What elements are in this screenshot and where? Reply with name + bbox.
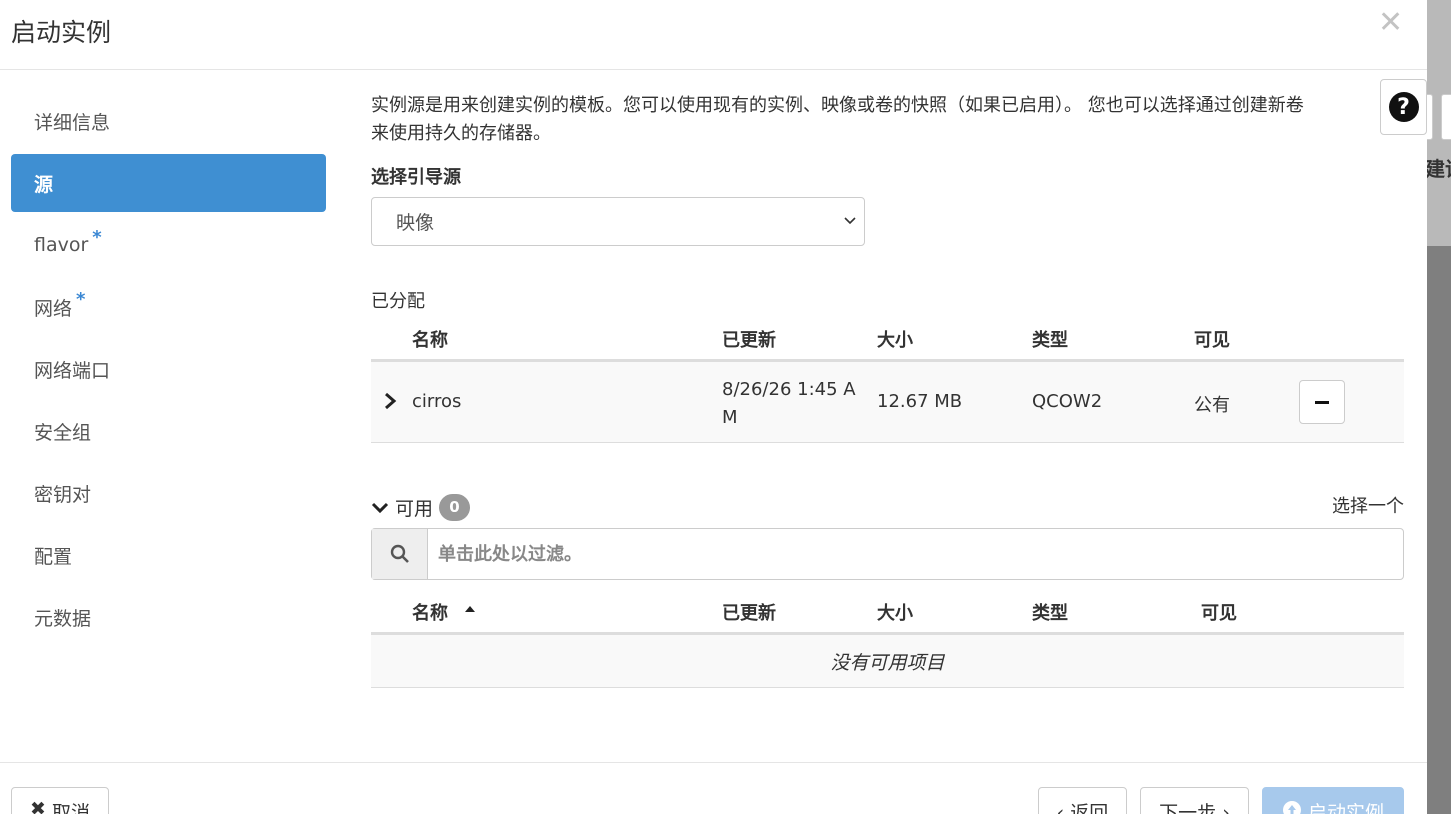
sidebar-item-network[interactable]: 网络 *: [11, 278, 326, 336]
minus-icon: [1315, 400, 1329, 404]
cell-updated-line: 8/26/26 1:45 A: [722, 379, 856, 400]
sidebar-item-details[interactable]: 详细信息: [11, 92, 326, 150]
column-header-type: 类型: [1032, 330, 1068, 351]
filter-box: [371, 528, 1404, 580]
required-marker: *: [76, 288, 86, 310]
column-header-size[interactable]: 大小: [877, 599, 913, 625]
background-button-stub: [1441, 94, 1451, 140]
table-header: 名称 已更新 大小 类型 可见: [371, 316, 1404, 362]
boot-source-select[interactable]: 映像: [371, 197, 865, 246]
search-addon: [372, 529, 428, 579]
available-label: 可用: [395, 498, 434, 520]
cancel-button[interactable]: ✖ 取消: [11, 787, 109, 814]
available-header: 可用 0 选择一个: [371, 492, 1404, 522]
background-overlay: 建议: [1427, 0, 1451, 814]
modal-header: 启动实例 ✕: [0, 0, 1427, 70]
cell-visibility: 公有: [1194, 395, 1230, 416]
column-header-updated[interactable]: 已更新: [722, 599, 776, 625]
cell-type: QCOW2: [1032, 391, 1103, 412]
select-one-hint: 选择一个: [1332, 496, 1404, 517]
table-row: cirros 8/26/26 1:45 A M 12.67 MB QCOW2 公…: [371, 362, 1404, 443]
modal-title: 启动实例: [11, 18, 112, 47]
sidebar-item-label: 配置: [34, 545, 73, 568]
column-header-updated: 已更新: [722, 330, 776, 351]
background-button-stub: [1427, 94, 1433, 140]
allocated-label: 已分配: [371, 291, 425, 312]
boot-source-label: 选择引导源: [371, 167, 461, 188]
available-toggle[interactable]: 可用 0: [371, 494, 471, 521]
sidebar-item-network-ports[interactable]: 网络端口: [11, 340, 326, 398]
chevron-down-icon: [371, 502, 389, 513]
launch-instance-modal: 启动实例 ✕ 详细信息 源 flavor * 网络 * 网络端口 安全组 密钥对…: [0, 0, 1427, 814]
sidebar-item-label: flavor: [34, 234, 89, 256]
column-header-type[interactable]: 类型: [1032, 599, 1068, 625]
next-button[interactable]: 下一步 ›: [1140, 787, 1249, 814]
sidebar-item-key-pair[interactable]: 密钥对: [11, 464, 326, 522]
sort-asc-icon: [465, 606, 476, 612]
sidebar-item-label: 源: [34, 173, 54, 196]
deallocate-button[interactable]: [1299, 380, 1345, 424]
column-header-name: 名称: [412, 330, 448, 351]
column-header-size: 大小: [877, 330, 913, 351]
column-header-visibility: 可见: [1194, 330, 1230, 351]
chevron-down-icon: [844, 217, 856, 225]
wizard-sidebar: 详细信息 源 flavor * 网络 * 网络端口 安全组 密钥对 配置 元数据: [11, 92, 326, 650]
sidebar-item-configuration[interactable]: 配置: [11, 526, 326, 584]
sidebar-item-label: 元数据: [34, 607, 92, 630]
required-marker: *: [92, 226, 102, 248]
cancel-label: 取消: [51, 802, 90, 814]
cloud-upload-icon: [1282, 801, 1301, 814]
description-line: 实例源是用来创建实例的模板。您可以使用现有的实例、映像或卷的快照（如果已启用）。…: [371, 95, 1304, 116]
launch-instance-button[interactable]: 启动实例: [1262, 787, 1404, 814]
sidebar-item-security-groups[interactable]: 安全组: [11, 402, 326, 460]
sidebar-item-source[interactable]: 源: [11, 154, 326, 212]
filter-input[interactable]: [428, 529, 1403, 579]
allocated-table: 名称 已更新 大小 类型 可见 cirros 8/26/26 1:45 A M …: [371, 316, 1404, 443]
chevron-right-icon[interactable]: [383, 392, 397, 410]
close-icon[interactable]: ✕: [1378, 8, 1403, 38]
sidebar-item-label: 网络: [34, 297, 73, 320]
available-table: 名称 已更新 大小 类型 可见 没有可用项目: [371, 589, 1404, 688]
cell-name: cirros: [412, 391, 462, 412]
back-button[interactable]: ‹ 返回: [1038, 787, 1127, 814]
sidebar-item-metadata[interactable]: 元数据: [11, 588, 326, 646]
search-icon: [390, 544, 409, 563]
column-header-label: 名称: [412, 603, 448, 624]
step-description: 实例源是用来创建实例的模板。您可以使用现有的实例、映像或卷的快照（如果已启用）。…: [371, 92, 1427, 148]
column-header-name[interactable]: 名称: [412, 599, 476, 625]
sidebar-item-label: 网络端口: [34, 359, 111, 382]
sidebar-item-flavor[interactable]: flavor *: [11, 216, 326, 274]
source-step-content: 实例源是用来创建实例的模板。您可以使用现有的实例、映像或卷的快照（如果已启用）。…: [371, 92, 1404, 688]
cell-updated: 8/26/26 1:45 A M: [722, 376, 856, 432]
modal-footer: ✖ 取消 ‹ 返回 下一步 › 启动实例: [0, 762, 1427, 814]
sidebar-item-label: 安全组: [34, 421, 92, 444]
cell-size: 12.67 MB: [877, 391, 963, 412]
sidebar-item-label: 详细信息: [34, 111, 111, 134]
column-header-visibility[interactable]: 可见: [1201, 599, 1237, 625]
empty-state-row: 没有可用项目: [371, 635, 1404, 688]
available-count-badge: 0: [439, 494, 471, 521]
question-icon: ?: [1388, 92, 1419, 122]
background-peek-text: 建议: [1427, 157, 1451, 181]
close-icon: ✖: [30, 798, 46, 814]
empty-state-text: 没有可用项目: [830, 651, 945, 674]
boot-source-value: 映像: [396, 212, 435, 234]
help-button[interactable]: ?: [1380, 79, 1427, 135]
table-header: 名称 已更新 大小 类型 可见: [371, 589, 1404, 635]
sidebar-item-label: 密钥对: [34, 483, 92, 506]
launch-label: 启动实例: [1307, 802, 1384, 814]
cell-updated-line: M: [722, 407, 738, 428]
description-line: 来使用持久的存储器。: [371, 123, 551, 144]
